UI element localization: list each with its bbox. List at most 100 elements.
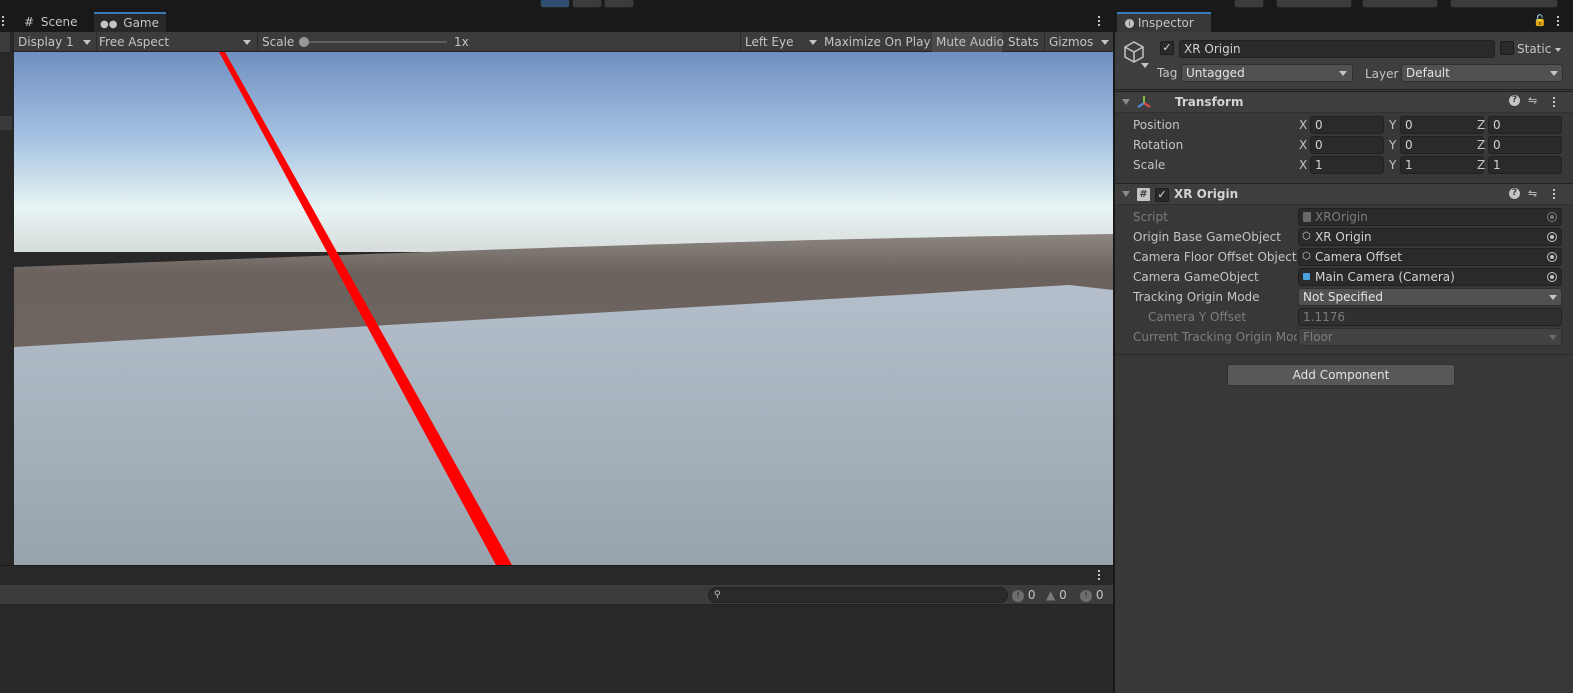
- layers-dropdown[interactable]: [1362, 0, 1438, 8]
- layer-dropdown[interactable]: Default: [1401, 64, 1563, 82]
- chevron-down-icon: [1549, 295, 1557, 300]
- origin-base-field[interactable]: ⬡ XR Origin: [1298, 228, 1562, 246]
- strip-block: [0, 32, 10, 52]
- axis-y-label: Y: [1389, 118, 1397, 132]
- script-file-icon: [1303, 212, 1311, 222]
- warning-icon: ▲: [1046, 588, 1056, 602]
- axis-z-label: Z: [1477, 138, 1486, 152]
- position-z-field[interactable]: 0: [1488, 116, 1562, 134]
- position-x-field[interactable]: 0: [1310, 116, 1384, 134]
- more-options-icon[interactable]: [1553, 189, 1556, 201]
- object-name-input[interactable]: XR Origin: [1179, 40, 1495, 58]
- display-dropdown[interactable]: Display 1: [14, 32, 96, 52]
- tab-scene[interactable]: # Scene: [18, 12, 92, 32]
- tab-game[interactable]: ●● Game: [94, 12, 166, 32]
- eye-dropdown[interactable]: Left Eye: [740, 32, 820, 52]
- rotation-y-field[interactable]: 0: [1400, 136, 1484, 154]
- position-y-field[interactable]: 0: [1400, 116, 1484, 134]
- component-enabled-checkbox[interactable]: ✓: [1155, 188, 1169, 202]
- lock-icon[interactable]: 🔓: [1533, 14, 1547, 27]
- object-picker-icon[interactable]: [1547, 252, 1557, 262]
- scale-y-field[interactable]: 1: [1400, 156, 1484, 174]
- xr-origin-header[interactable]: # ✓ XR Origin ? ⇋: [1115, 183, 1573, 205]
- play-button[interactable]: [540, 0, 570, 8]
- strip-block: [0, 116, 12, 130]
- mute-audio-toggle[interactable]: Mute Audio: [932, 32, 1004, 52]
- chevron-down-icon: [243, 40, 251, 45]
- account-dropdown[interactable]: [1276, 0, 1352, 8]
- object-picker-icon[interactable]: [1547, 232, 1557, 242]
- static-checkbox[interactable]: [1500, 41, 1514, 55]
- foldout-arrow-icon[interactable]: [1122, 191, 1130, 197]
- game-tabs-bar: # Scene ●● Game: [0, 12, 1113, 32]
- message-count-toggle[interactable]: ! 0: [1080, 586, 1110, 604]
- help-icon[interactable]: ?: [1509, 95, 1520, 106]
- inspector-tabs-bar: i Inspector 🔓: [1115, 12, 1573, 32]
- xr-origin-fields: Script XROrigin Origin Base GameObject ⬡…: [1115, 207, 1573, 347]
- pause-button[interactable]: [572, 0, 602, 8]
- rotation-x-field[interactable]: 0: [1310, 136, 1384, 154]
- object-picker-icon[interactable]: [1547, 272, 1557, 282]
- error-count-toggle[interactable]: ! 0: [1012, 586, 1042, 604]
- more-options-icon[interactable]: [1553, 97, 1556, 109]
- more-options-icon[interactable]: [1098, 570, 1101, 582]
- add-component-button[interactable]: Add Component: [1227, 364, 1455, 386]
- origin-base-label: Origin Base GameObject: [1133, 230, 1281, 244]
- step-button[interactable]: [604, 0, 634, 8]
- game-viewport[interactable]: [14, 52, 1113, 565]
- axis-x-label: X: [1299, 158, 1308, 172]
- tab-inspector[interactable]: i Inspector: [1117, 12, 1211, 32]
- gizmos-dropdown[interactable]: Gizmos: [1044, 32, 1113, 52]
- tracking-origin-mode-dropdown[interactable]: Not Specified: [1298, 288, 1562, 306]
- presets-icon[interactable]: ⇋: [1528, 185, 1537, 203]
- console-search-input[interactable]: ⚲: [708, 587, 1008, 603]
- stats-toggle[interactable]: Stats: [1004, 32, 1044, 52]
- xr-origin-title: XR Origin: [1174, 187, 1239, 201]
- console-toolbar: ⚲ ! 0 ▲ 0 ! 0: [0, 585, 1113, 605]
- camera-gameobject-label: Camera GameObject: [1133, 270, 1259, 284]
- more-options-icon[interactable]: [1098, 16, 1101, 28]
- icon-dropdown-caret[interactable]: [1141, 63, 1149, 68]
- camera-y-offset-label: Camera Y Offset: [1148, 310, 1247, 324]
- maximize-on-play-toggle[interactable]: Maximize On Play: [820, 32, 932, 52]
- gamepad-icon: ●●: [100, 19, 118, 30]
- camera-icon: [1303, 273, 1310, 280]
- chevron-down-icon: [1339, 71, 1347, 76]
- aspect-dropdown[interactable]: Free Aspect: [96, 32, 254, 52]
- cloud-button[interactable]: [1234, 0, 1264, 8]
- layout-dropdown[interactable]: [1450, 0, 1558, 8]
- presets-icon[interactable]: ⇋: [1528, 92, 1537, 110]
- warning-count-toggle[interactable]: ▲ 0: [1046, 586, 1076, 604]
- scale-slider-handle[interactable]: [299, 37, 309, 47]
- info-icon: i: [1125, 19, 1134, 28]
- transform-title: Transform: [1175, 95, 1244, 109]
- info-icon: !: [1080, 589, 1092, 602]
- camera-gameobject-field[interactable]: Main Camera (Camera): [1298, 268, 1562, 286]
- grid-icon: #: [24, 15, 35, 29]
- foldout-arrow-icon[interactable]: [1122, 99, 1130, 105]
- scale-x-field[interactable]: 1: [1310, 156, 1384, 174]
- divider: [1115, 354, 1573, 355]
- active-checkbox[interactable]: ✓: [1160, 41, 1174, 55]
- transform-fields: Position X 0 Y 0 Z 0 Rotation X 0 Y 0 Z …: [1115, 115, 1573, 175]
- camera-floor-offset-label: Camera Floor Offset Object: [1133, 250, 1297, 264]
- chevron-down-icon: [1549, 335, 1557, 340]
- sky: [14, 52, 1113, 252]
- camera-floor-offset-field[interactable]: ⬡ Camera Offset: [1298, 248, 1562, 266]
- help-icon[interactable]: ?: [1509, 188, 1520, 199]
- axis-z-label: Z: [1477, 118, 1486, 132]
- panel-menu-icon[interactable]: [2, 16, 5, 28]
- more-options-icon[interactable]: [1557, 16, 1560, 28]
- chevron-down-icon[interactable]: [1555, 48, 1561, 52]
- script-field: XROrigin: [1298, 208, 1562, 226]
- scale-z-field[interactable]: 1: [1488, 156, 1562, 174]
- object-picker-icon: [1547, 212, 1557, 222]
- script-label: Script: [1133, 210, 1168, 224]
- transform-header[interactable]: Transform ? ⇋: [1115, 91, 1573, 113]
- chevron-down-icon: [809, 40, 817, 45]
- scale-slider[interactable]: [302, 41, 447, 43]
- game-render: [14, 52, 1113, 565]
- tag-dropdown[interactable]: Untagged: [1181, 64, 1353, 82]
- rotation-z-field[interactable]: 0: [1488, 136, 1562, 154]
- object-header: ✓ XR Origin Static Tag Untagged Layer De…: [1115, 32, 1573, 90]
